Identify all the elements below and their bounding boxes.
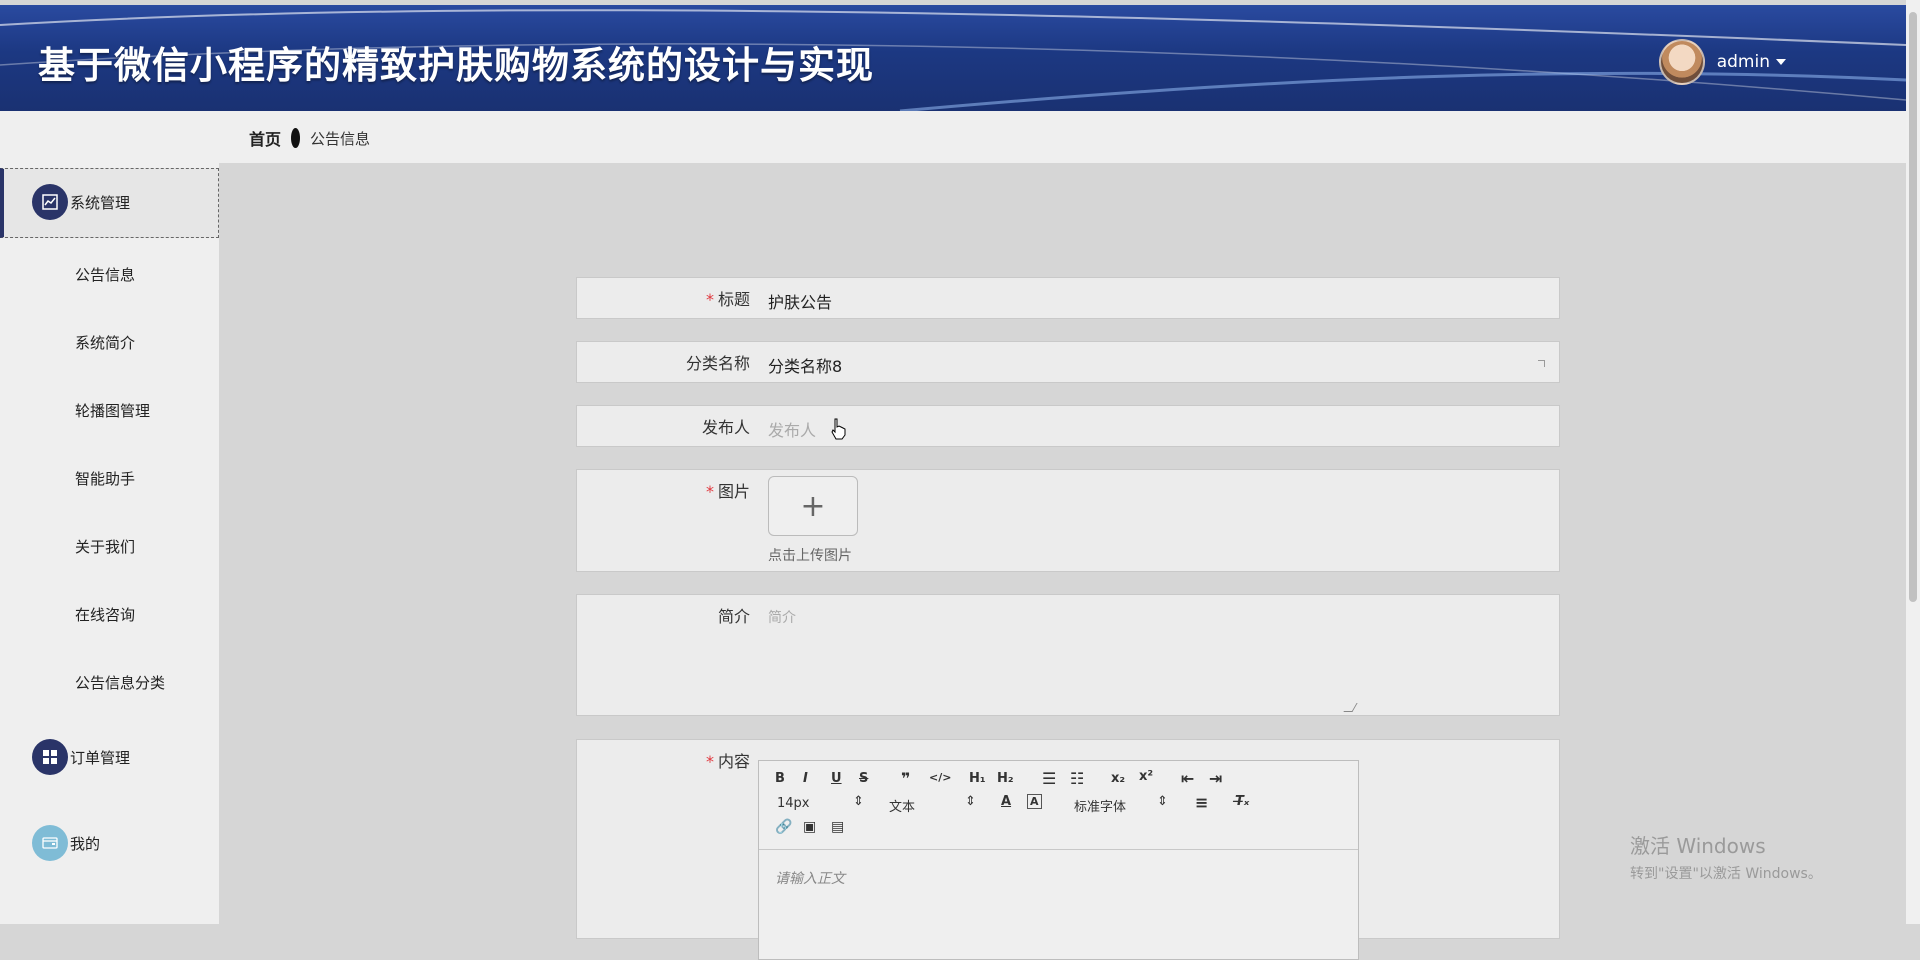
sidebar-group-label[interactable]: 订单管理: [70, 747, 130, 768]
required-star-icon: *: [705, 482, 714, 501]
bullet-list-icon[interactable]: ☷: [1070, 769, 1084, 788]
category-row: 分类名称 分类名称8: [576, 341, 1560, 383]
link-icon[interactable]: 🔗: [775, 819, 792, 835]
block-type-arrows-icon[interactable]: ⇕: [965, 794, 976, 809]
page-scrollbar[interactable]: [1906, 0, 1920, 924]
title-row: * 标题 护肤公告: [576, 277, 1560, 319]
heading1-icon[interactable]: H₁: [969, 771, 986, 786]
align-icon[interactable]: ≡: [1195, 793, 1208, 812]
italic-icon[interactable]: I: [803, 771, 808, 786]
ordered-list-icon[interactable]: ☰: [1042, 769, 1056, 788]
strike-icon[interactable]: S: [859, 771, 868, 786]
sidebar-item-notice[interactable]: 公告信息: [75, 264, 135, 285]
superscript-icon[interactable]: x²: [1139, 769, 1153, 784]
underline-icon[interactable]: U: [831, 771, 842, 786]
sidebar-item-system-intro[interactable]: 系统简介: [75, 332, 135, 353]
sidebar-group-orders[interactable]: 订单管理: [0, 739, 130, 775]
breadcrumb-home[interactable]: 首页: [249, 126, 281, 150]
watermark-line2: 转到"设置"以激活 Windows。: [1630, 866, 1822, 882]
sidebar-group-system-header[interactable]: 系统管理: [0, 184, 130, 220]
avatar[interactable]: [1658, 39, 1705, 85]
editor-content[interactable]: 请输入正文: [775, 868, 845, 888]
watermark-line1: 激活 Windows: [1630, 834, 1766, 858]
breadcrumb-current: 公告信息: [310, 129, 371, 148]
subscript-icon[interactable]: x₂: [1111, 771, 1125, 786]
font-family-arrows-icon[interactable]: ⇕: [1157, 794, 1168, 809]
sidebar-group-mine[interactable]: 我的: [0, 825, 100, 861]
image-upload-button[interactable]: +: [768, 476, 858, 536]
title-label: * 标题: [705, 290, 750, 309]
block-type-select[interactable]: 文本: [889, 796, 915, 815]
sidebar-item-assistant[interactable]: 智能助手: [75, 468, 135, 489]
clear-format-icon[interactable]: T̶ₓ: [1235, 794, 1249, 809]
hand-cursor-icon: [831, 418, 846, 440]
resize-handle-icon[interactable]: [1343, 703, 1358, 712]
indent-icon[interactable]: ⇥: [1209, 769, 1222, 788]
required-star-icon: *: [705, 290, 714, 309]
image-label: * 图片: [705, 482, 750, 501]
rich-text-editor[interactable]: B I U S ❞ </> H₁ H₂ ☰ ☷ x₂ x² ⇤ ⇥ 14px ⇕…: [758, 760, 1359, 960]
sidebar-group-label[interactable]: 我的: [70, 833, 100, 854]
grid-icon: [32, 739, 68, 775]
upload-tip: 点击上传图片: [768, 548, 852, 564]
scrollbar-thumb[interactable]: [1909, 12, 1917, 602]
user-menu[interactable]: admin: [1658, 39, 1786, 85]
video-icon[interactable]: ▤: [831, 819, 844, 835]
background-color-icon[interactable]: A: [1027, 794, 1042, 809]
intro-row: 简介 简介: [576, 594, 1560, 716]
title-input[interactable]: 护肤公告: [768, 289, 832, 313]
sidebar-item-about[interactable]: 关于我们: [75, 536, 135, 557]
bold-icon[interactable]: B: [775, 771, 785, 786]
publisher-row: 发布人 发布人: [576, 405, 1560, 447]
intro-textarea[interactable]: 简介: [768, 607, 796, 627]
content-row: * 内容 B I U S ❞ </> H₁ H₂ ☰ ☷ x₂ x² ⇤ ⇥ 14…: [576, 739, 1560, 960]
category-select[interactable]: 分类名称8: [768, 353, 842, 377]
required-star-icon: *: [705, 752, 714, 771]
breadcrumb: 首页 公告信息: [249, 126, 370, 150]
font-size-select[interactable]: 14px: [777, 796, 810, 811]
chevron-down-icon[interactable]: [1776, 59, 1786, 65]
heading2-icon[interactable]: H₂: [997, 771, 1014, 786]
app-header: 基于微信小程序的精致护肤购物系统的设计与实现 admin: [0, 5, 1906, 111]
breadcrumb-bar: 首页 公告信息: [219, 111, 1906, 163]
sidebar-group-label[interactable]: 系统管理: [70, 192, 130, 213]
breadcrumb-separator-icon: [291, 128, 301, 148]
publisher-label: 发布人: [701, 418, 750, 437]
font-color-icon[interactable]: A: [1001, 794, 1011, 809]
chart-icon: [32, 184, 68, 220]
outdent-icon[interactable]: ⇤: [1181, 769, 1194, 788]
select-arrow-icon[interactable]: [1538, 360, 1545, 367]
publisher-input[interactable]: 发布人: [768, 417, 816, 441]
sidebar-item-consult[interactable]: 在线咨询: [75, 604, 135, 625]
plus-icon: +: [800, 488, 826, 524]
intro-label: 简介: [717, 607, 750, 626]
image-icon[interactable]: ▣: [803, 819, 816, 835]
image-row: * 图片 + 点击上传图片: [576, 469, 1560, 572]
sidebar-item-notice-category[interactable]: 公告信息分类: [75, 672, 165, 693]
username[interactable]: admin: [1717, 52, 1770, 72]
windows-activation-watermark: 激活 Windows 转到"设置"以激活 Windows。: [1630, 830, 1822, 883]
sidebar-item-carousel[interactable]: 轮播图管理: [75, 400, 150, 421]
editor-toolbar: B I U S ❞ </> H₁ H₂ ☰ ☷ x₂ x² ⇤ ⇥ 14px ⇕…: [759, 761, 1358, 850]
font-size-arrows-icon[interactable]: ⇕: [853, 794, 864, 809]
wallet-icon: [32, 825, 68, 861]
quote-icon[interactable]: ❞: [901, 769, 910, 788]
category-label: 分类名称: [685, 354, 750, 373]
font-family-select[interactable]: 标准字体: [1074, 796, 1126, 815]
content-label: * 内容: [705, 752, 750, 771]
app-title: 基于微信小程序的精致护肤购物系统的设计与实现: [38, 44, 874, 87]
code-icon[interactable]: </>: [929, 771, 951, 784]
